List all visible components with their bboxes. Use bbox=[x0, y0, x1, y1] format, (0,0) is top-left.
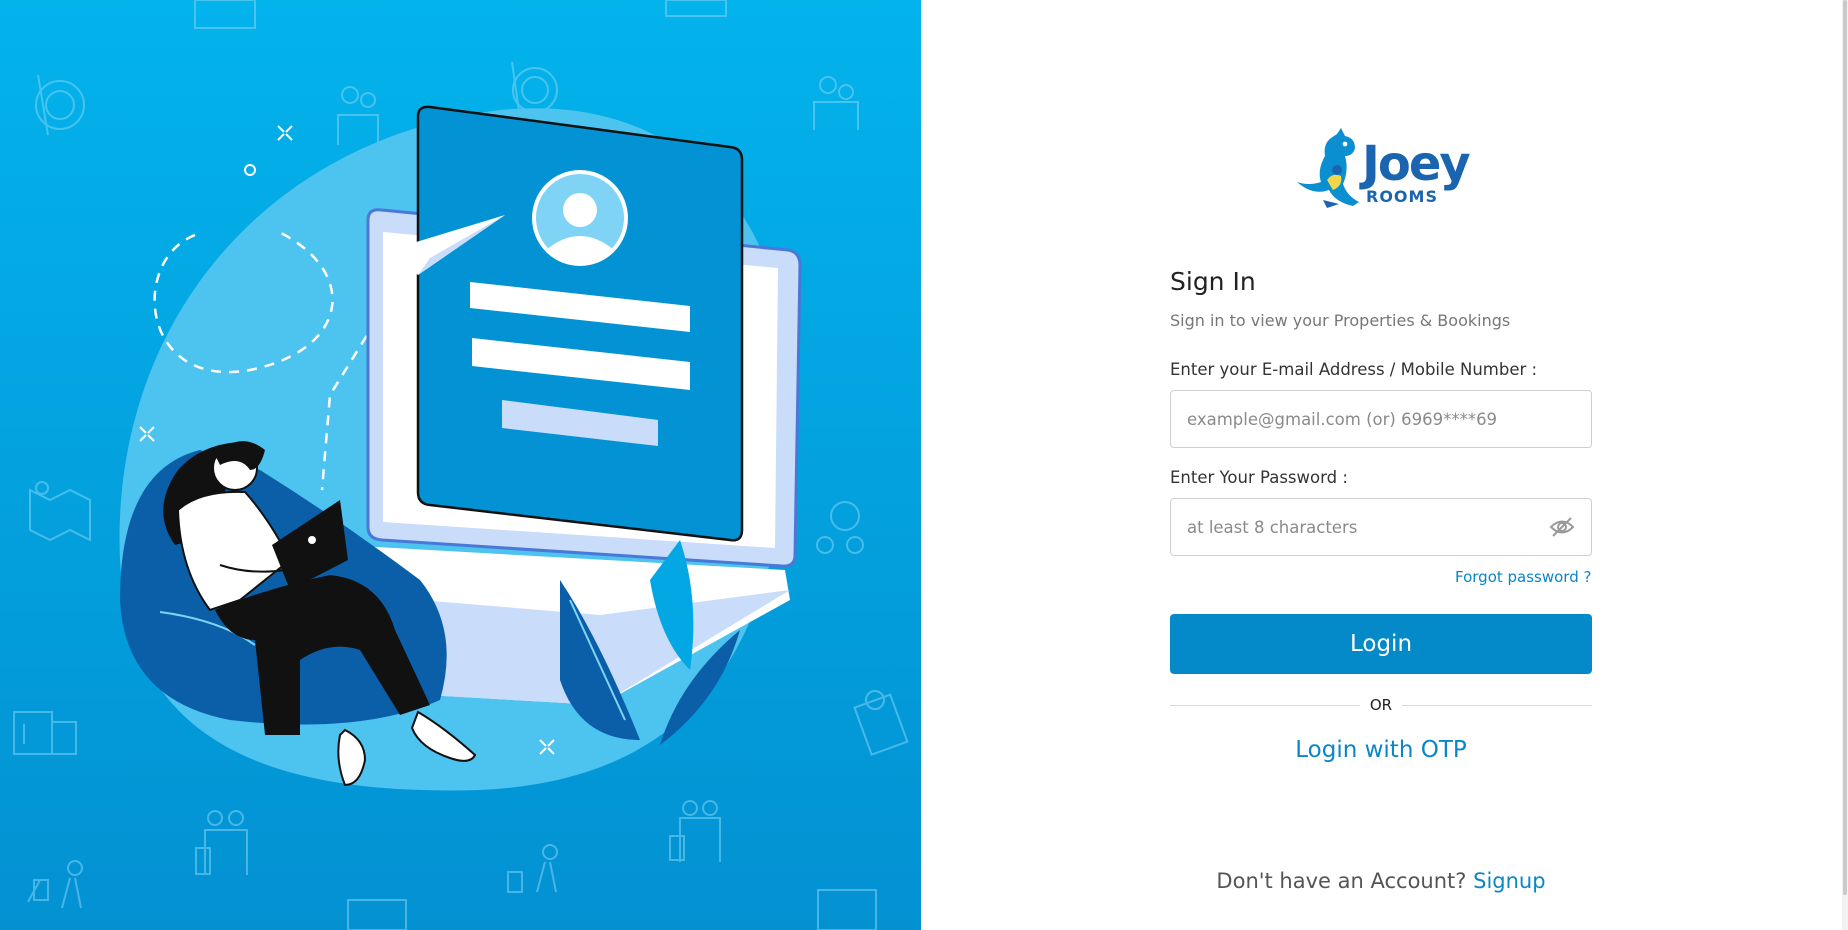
scrollbar[interactable] bbox=[1842, 0, 1848, 930]
building-icon bbox=[13, 711, 77, 755]
scrollbar-thumb[interactable] bbox=[1843, 0, 1847, 895]
chat-icon bbox=[816, 501, 864, 554]
email-label: Enter your E-mail Address / Mobile Numbe… bbox=[1170, 360, 1538, 379]
email-field[interactable] bbox=[1187, 391, 1547, 447]
page-title: Sign In bbox=[1170, 267, 1256, 296]
password-label: Enter Your Password : bbox=[1170, 468, 1348, 487]
map-pin-icon bbox=[29, 481, 91, 542]
signup-row: Don't have an Account? Signup bbox=[1170, 866, 1592, 896]
hostel-icon bbox=[347, 889, 877, 930]
email-input-box bbox=[1170, 390, 1592, 448]
family-icon bbox=[337, 86, 379, 145]
traveler-icon bbox=[27, 860, 83, 909]
login-with-otp-link[interactable]: Login with OTP bbox=[1170, 733, 1592, 767]
or-label: OR bbox=[1361, 696, 1401, 714]
forgot-password-link[interactable]: Forgot password ? bbox=[1455, 567, 1591, 587]
password-input-box bbox=[1170, 498, 1592, 556]
or-divider: OR bbox=[1170, 694, 1592, 716]
page-subtitle: Sign in to view your Properties & Bookin… bbox=[1170, 311, 1511, 330]
signup-link[interactable]: Signup bbox=[1473, 869, 1545, 893]
tag-icon bbox=[853, 690, 909, 756]
brand-name: Joey bbox=[1362, 136, 1471, 192]
signup-prompt: Don't have an Account? bbox=[1216, 869, 1467, 893]
couple-icon bbox=[669, 800, 721, 862]
login-illustration bbox=[13, 0, 909, 930]
couple-icon bbox=[195, 810, 248, 875]
or-label-wrap: OR bbox=[1170, 694, 1592, 716]
dining-icon bbox=[35, 74, 85, 136]
eye-off-icon[interactable] bbox=[1549, 516, 1575, 538]
bed-icon bbox=[194, 0, 727, 29]
illustration-panel bbox=[0, 0, 921, 930]
kangaroo-logo-icon bbox=[1297, 128, 1359, 208]
password-field[interactable] bbox=[1187, 499, 1547, 555]
family-icon bbox=[813, 76, 859, 130]
traveler-icon bbox=[507, 844, 558, 893]
brand-subname: ROOMS bbox=[1366, 187, 1438, 206]
login-button[interactable]: Login bbox=[1170, 614, 1592, 674]
